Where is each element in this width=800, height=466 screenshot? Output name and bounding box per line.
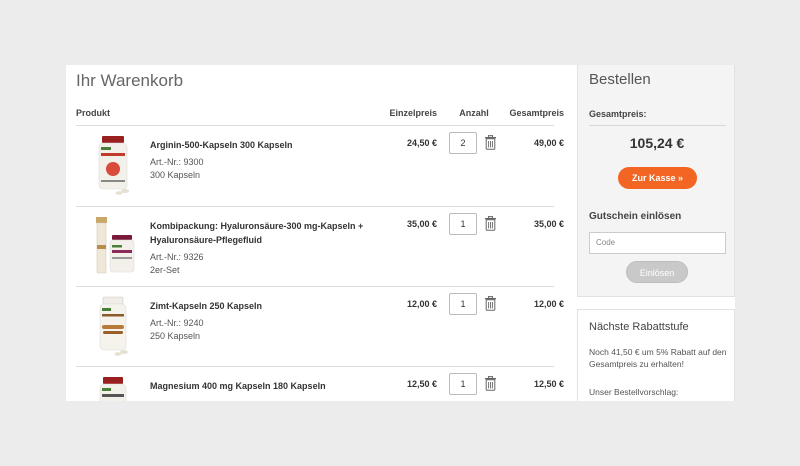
unit-price: 35,00 € xyxy=(406,219,437,229)
product-name-link[interactable]: Magnesium 400 mg Kapseln 180 Kapseln xyxy=(150,379,380,393)
product-image-zimt[interactable] xyxy=(88,295,138,357)
product-name-link[interactable]: Kombipackung: Hyaluronsäure-300 mg-Kapse… xyxy=(150,219,380,247)
row-total: 49,00 € xyxy=(533,138,564,148)
order-panel: Bestellen Gesamtpreis: 105,24 € Zur Kass… xyxy=(577,65,735,297)
page-frame: Ihr Warenkorb Produkt Einzelpreis Anzahl… xyxy=(66,65,735,401)
product-name-link[interactable]: Arginin-500-Kapseln 300 Kapseln xyxy=(150,138,380,152)
cart-row: Arginin-500-Kapseln 300 Kapseln Art.-Nr.… xyxy=(76,126,564,206)
cart-row: Magnesium 400 mg Kapseln 180 Kapseln 12,… xyxy=(76,367,564,401)
article-number: Art.-Nr.: 9300 xyxy=(150,157,204,167)
unit-price: 12,00 € xyxy=(406,299,437,309)
discount-tier-title: Nächste Rabattstufe xyxy=(589,321,689,333)
voucher-code-input[interactable]: Code xyxy=(589,232,726,254)
cart-table-header: Produkt Einzelpreis Anzahl Gesamtpreis xyxy=(76,108,564,126)
order-proposal-label: Unser Bestellvorschlag: xyxy=(589,387,679,397)
quantity-input[interactable]: 1 xyxy=(449,213,477,235)
article-number: Art.-Nr.: 9326 xyxy=(150,252,204,262)
quantity-input[interactable]: 2 xyxy=(449,132,477,154)
header-product: Produkt xyxy=(76,108,111,118)
page-title: Ihr Warenkorb xyxy=(76,71,184,90)
row-total: 12,50 € xyxy=(533,379,564,389)
header-total-price: Gesamtpreis xyxy=(509,108,564,118)
row-total: 35,00 € xyxy=(533,219,564,229)
cart-section: Ihr Warenkorb Produkt Einzelpreis Anzahl… xyxy=(66,65,564,401)
article-number: Art.-Nr.: 9240 xyxy=(150,318,204,328)
header-quantity: Anzahl xyxy=(459,108,489,118)
discount-tier-text: Noch 41,50 € um 5% Rabatt auf den Gesamt… xyxy=(589,347,727,369)
product-image-arginin[interactable] xyxy=(88,134,138,196)
product-image-magnesium[interactable] xyxy=(88,375,138,401)
order-title: Bestellen xyxy=(589,71,651,88)
checkout-button[interactable]: Zur Kasse » xyxy=(618,167,697,189)
product-variant: 300 Kapseln xyxy=(150,170,201,180)
cart-row: Zimt-Kapseln 250 Kapseln Art.-Nr.: 9240 … xyxy=(76,287,564,367)
product-variant: 2er-Set xyxy=(150,265,180,275)
product-image-hyaluron[interactable] xyxy=(88,215,138,277)
redeem-button[interactable]: Einlösen xyxy=(626,261,688,283)
discount-tier-panel: Nächste Rabattstufe Noch 41,50 € um 5% R… xyxy=(577,309,735,401)
total-price-label: Gesamtpreis: xyxy=(589,109,647,119)
voucher-label: Gutschein einlösen xyxy=(589,211,682,222)
row-total: 12,00 € xyxy=(533,299,564,309)
unit-price: 12,50 € xyxy=(406,379,437,389)
quantity-input[interactable]: 1 xyxy=(449,293,477,315)
product-name-link[interactable]: Zimt-Kapseln 250 Kapseln xyxy=(150,299,380,313)
product-variant: 250 Kapseln xyxy=(150,331,201,341)
total-divider xyxy=(589,125,726,126)
quantity-input[interactable]: 1 xyxy=(449,373,477,395)
header-unit-price: Einzelpreis xyxy=(389,108,437,118)
cart-row: Kombipackung: Hyaluronsäure-300 mg-Kapse… xyxy=(76,207,564,287)
unit-price: 24,50 € xyxy=(406,138,437,148)
total-price-amount: 105,24 € xyxy=(629,135,685,151)
